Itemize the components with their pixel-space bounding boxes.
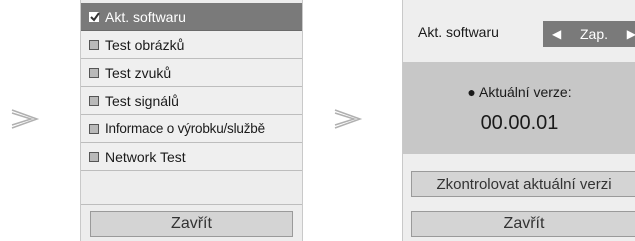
checkbox-empty-icon[interactable] [89,123,99,134]
toggle-value: Zap. [579,26,608,42]
checkbox-checked-icon[interactable] [89,11,100,22]
checkbox-empty-icon[interactable] [89,39,99,50]
checkbox-empty-icon[interactable] [89,67,99,78]
close-button[interactable]: Zavřít [411,211,635,237]
version-label: ● Aktuální verze: [467,84,572,100]
options-menu: Akt. softwaru Test obrázků Test zvuků Te… [80,0,303,241]
menu-item-product-info[interactable]: Informace o výrobku/službě [81,115,302,143]
checkbox-empty-icon[interactable] [89,151,99,162]
menu-item-label: Network Test [105,148,186,165]
step-arrow-icon [333,107,363,131]
menu-divider [81,204,302,205]
panel-title: Akt. softwaru [418,24,499,40]
menu-item-software-update[interactable]: Akt. softwaru [81,3,302,31]
version-value: 00.00.01 [480,112,559,134]
menu-item-label: Test zvuků [105,64,172,81]
menu-item-picture-test[interactable]: Test obrázků [81,31,302,59]
menu-item-signal-test[interactable]: Test signálů [81,87,302,115]
menu-item-label: Informace o výrobku/službě [105,121,265,136]
step-arrow-icon [10,107,40,131]
menu-item-label: Test signálů [105,92,179,109]
menu-item-label: Test obrázků [105,36,185,53]
update-toggle[interactable]: ◀ Zap. ▶ [543,21,635,47]
menu-item-network-test[interactable]: Network Test [81,143,302,171]
checkbox-empty-icon[interactable] [89,95,99,106]
arrow-right-icon[interactable]: ▶ [627,27,635,41]
arrow-left-icon[interactable]: ◀ [552,27,561,41]
close-button[interactable]: Zavřít [90,211,293,237]
check-version-button[interactable]: Zkontrolovat aktuální verzi [411,171,635,197]
software-update-panel: Akt. softwaru ◀ Zap. ▶ ● Aktuální verze:… [402,0,635,241]
menu-item-sound-test[interactable]: Test zvuků [81,59,302,87]
version-info-box [403,62,635,154]
menu-item-label: Akt. softwaru [105,8,186,25]
